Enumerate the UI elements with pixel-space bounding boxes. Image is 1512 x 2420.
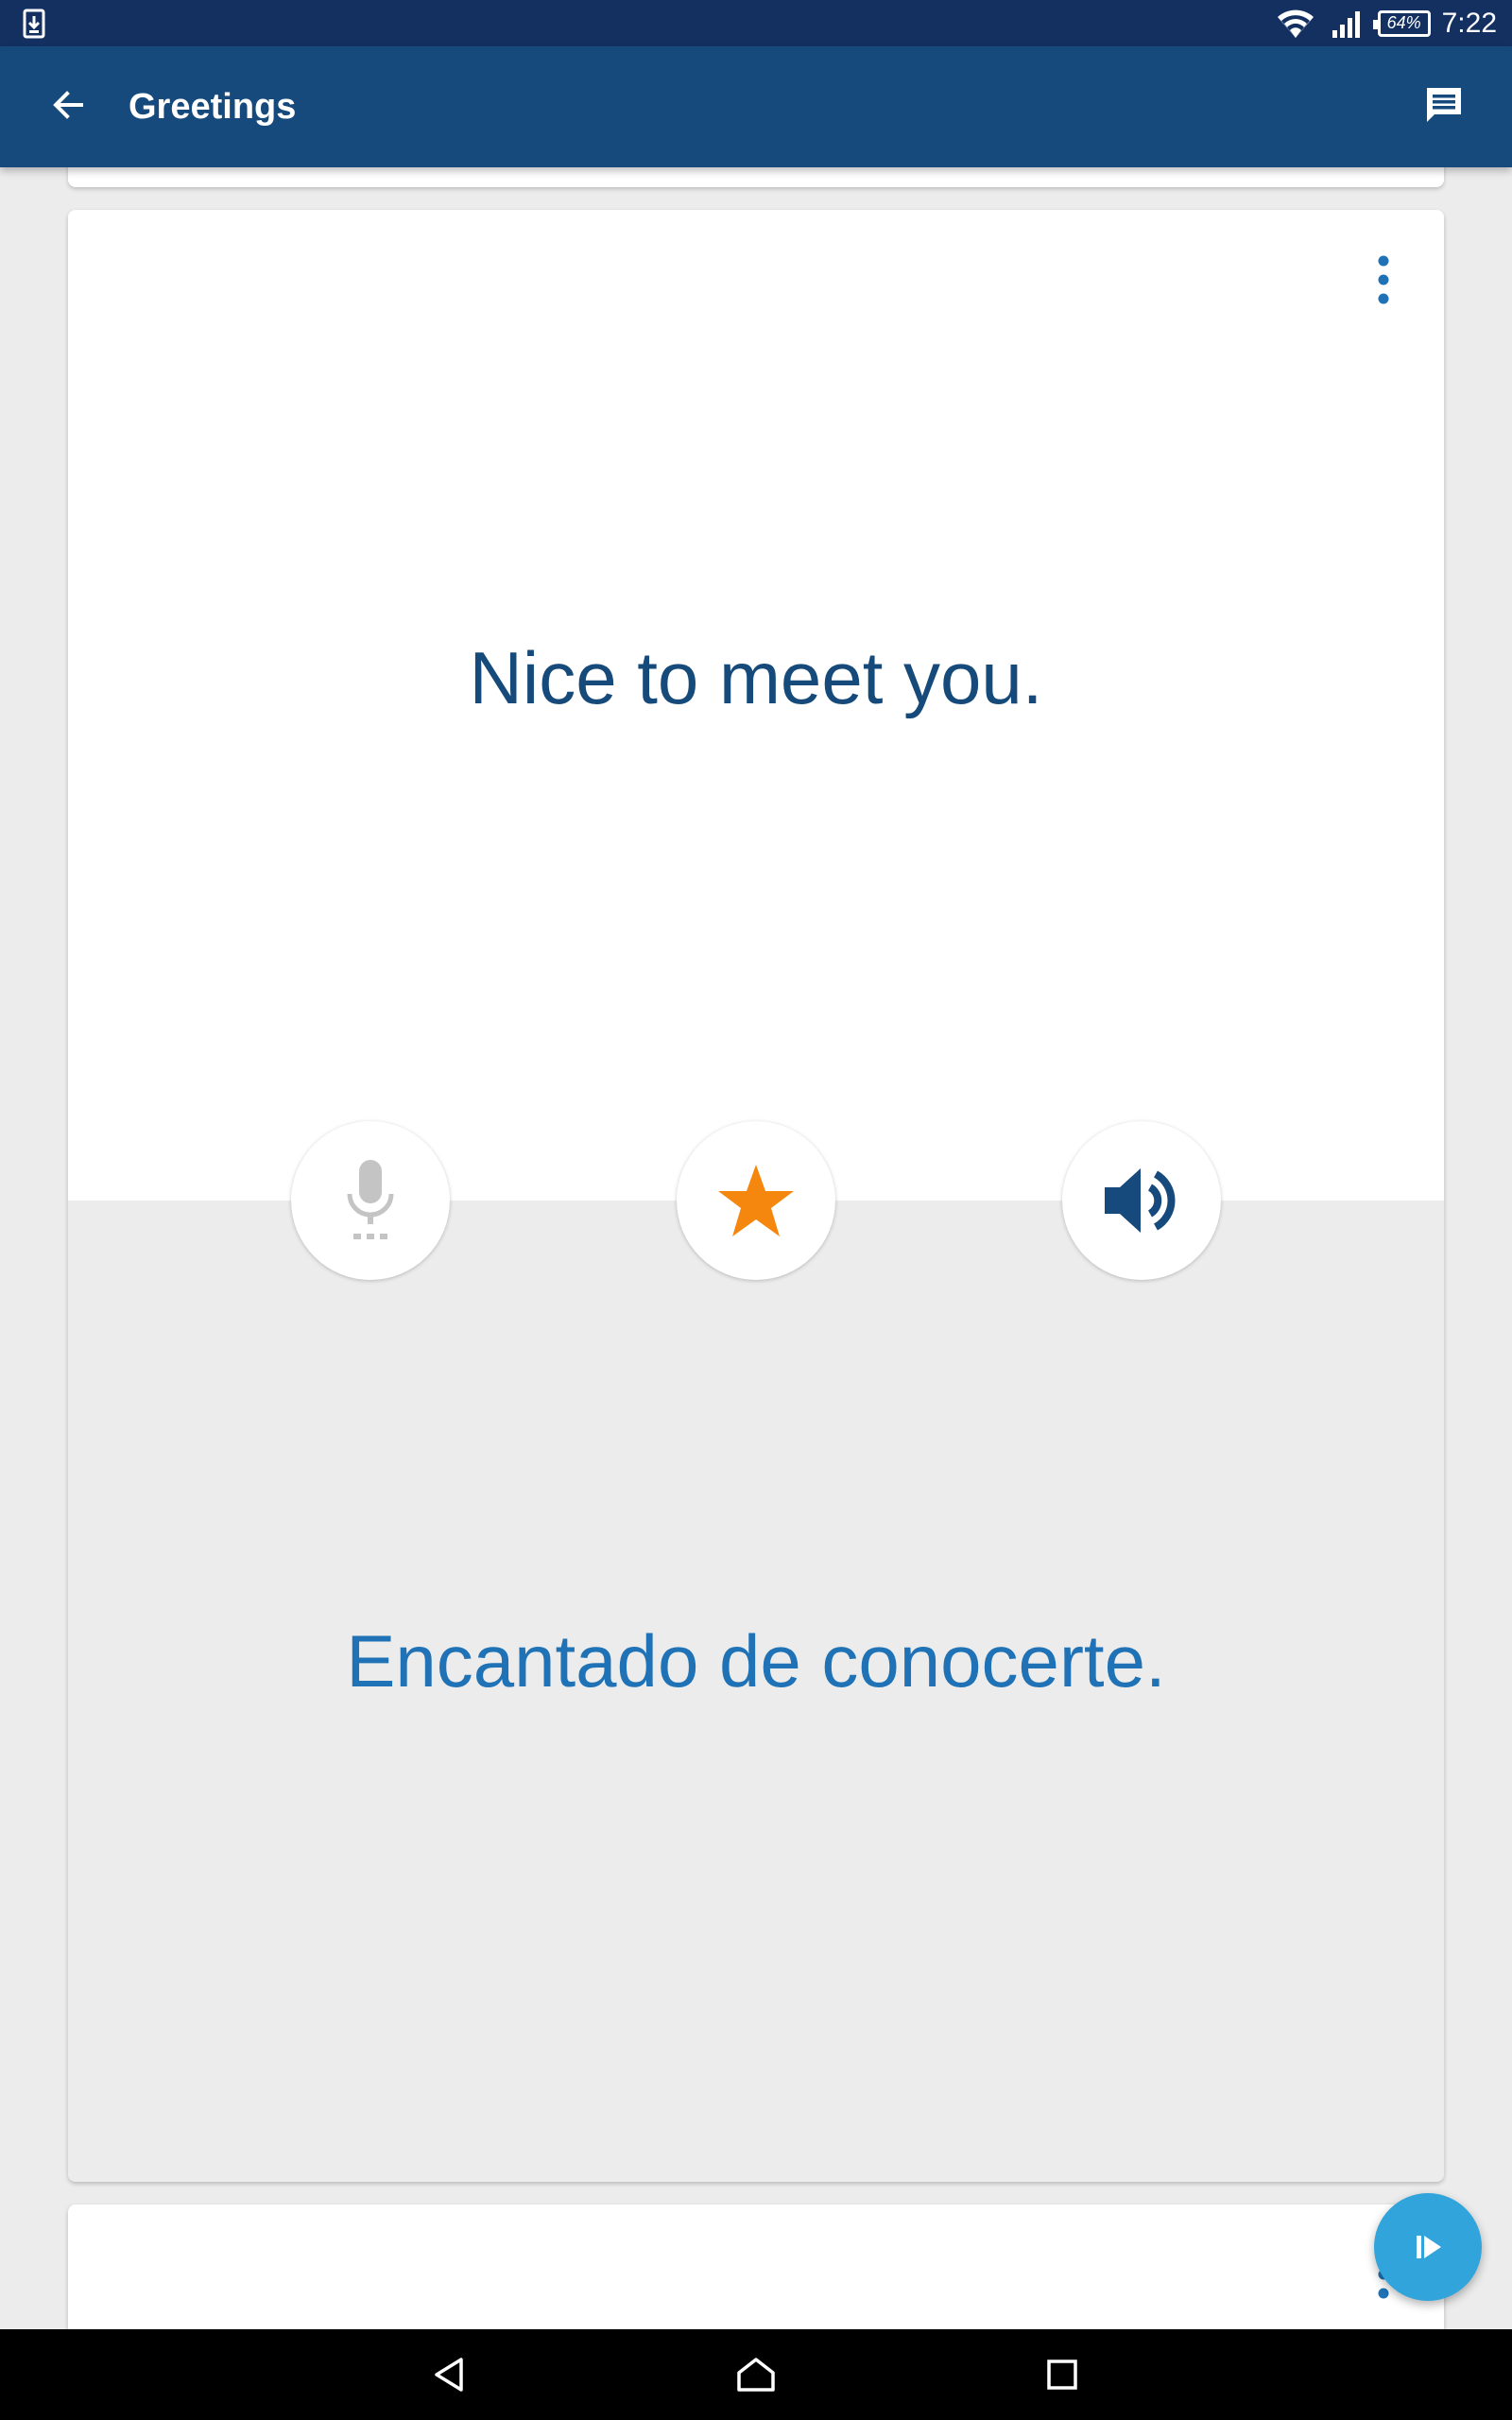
play-icon bbox=[1417, 2236, 1441, 2258]
page-title: Greetings bbox=[129, 87, 297, 127]
more-vert-icon bbox=[1378, 255, 1389, 304]
phrase-text: Nice to meet you. bbox=[469, 636, 1043, 719]
nav-recents-icon bbox=[1047, 2360, 1077, 2390]
battery-icon: 64% bbox=[1372, 9, 1431, 37]
phrase-card[interactable]: Nice to meet you. Encantado de conocerte… bbox=[68, 210, 1444, 2182]
nav-home-icon bbox=[737, 2358, 775, 2392]
arrow-left-icon bbox=[53, 91, 83, 119]
nav-back-button[interactable] bbox=[420, 2344, 480, 2405]
clock: 7:22 bbox=[1441, 7, 1497, 39]
favorite-button[interactable] bbox=[677, 1121, 835, 1280]
signal-icon bbox=[1332, 10, 1360, 38]
back-button[interactable] bbox=[38, 75, 98, 135]
nav-back-icon bbox=[435, 2358, 463, 2392]
card-bottom-section: Encantado de conocerte. bbox=[68, 1201, 1444, 2182]
chat-icon bbox=[1427, 88, 1461, 122]
nav-bar bbox=[0, 2329, 1512, 2420]
status-bar: 64% 7:22 bbox=[0, 0, 1512, 46]
battery-level: 64% bbox=[1386, 13, 1421, 32]
nav-recents-button[interactable] bbox=[1032, 2344, 1092, 2405]
chat-button[interactable] bbox=[1414, 75, 1474, 135]
screen: 64% 7:22 Greetings Nice to meet you. Enc… bbox=[0, 0, 1512, 2420]
mic-icon bbox=[347, 1160, 394, 1239]
wifi-icon bbox=[1277, 9, 1314, 38]
app-bar: Greetings bbox=[0, 46, 1512, 167]
nav-home-button[interactable] bbox=[726, 2344, 786, 2405]
star-icon bbox=[718, 1165, 794, 1236]
speak-button[interactable] bbox=[1062, 1121, 1221, 1280]
play-fab-button[interactable] bbox=[1374, 2193, 1482, 2301]
microphone-button[interactable] bbox=[291, 1121, 450, 1280]
card-menu-button[interactable] bbox=[1361, 246, 1406, 314]
translation-text: Encantado de conocerte. bbox=[346, 1619, 1166, 1703]
status-icons: 64% 7:22 bbox=[1276, 0, 1497, 46]
card-top-section: Nice to meet you. bbox=[68, 210, 1444, 1201]
speaker-icon bbox=[1105, 1168, 1176, 1233]
screenshot-icon bbox=[23, 9, 45, 39]
